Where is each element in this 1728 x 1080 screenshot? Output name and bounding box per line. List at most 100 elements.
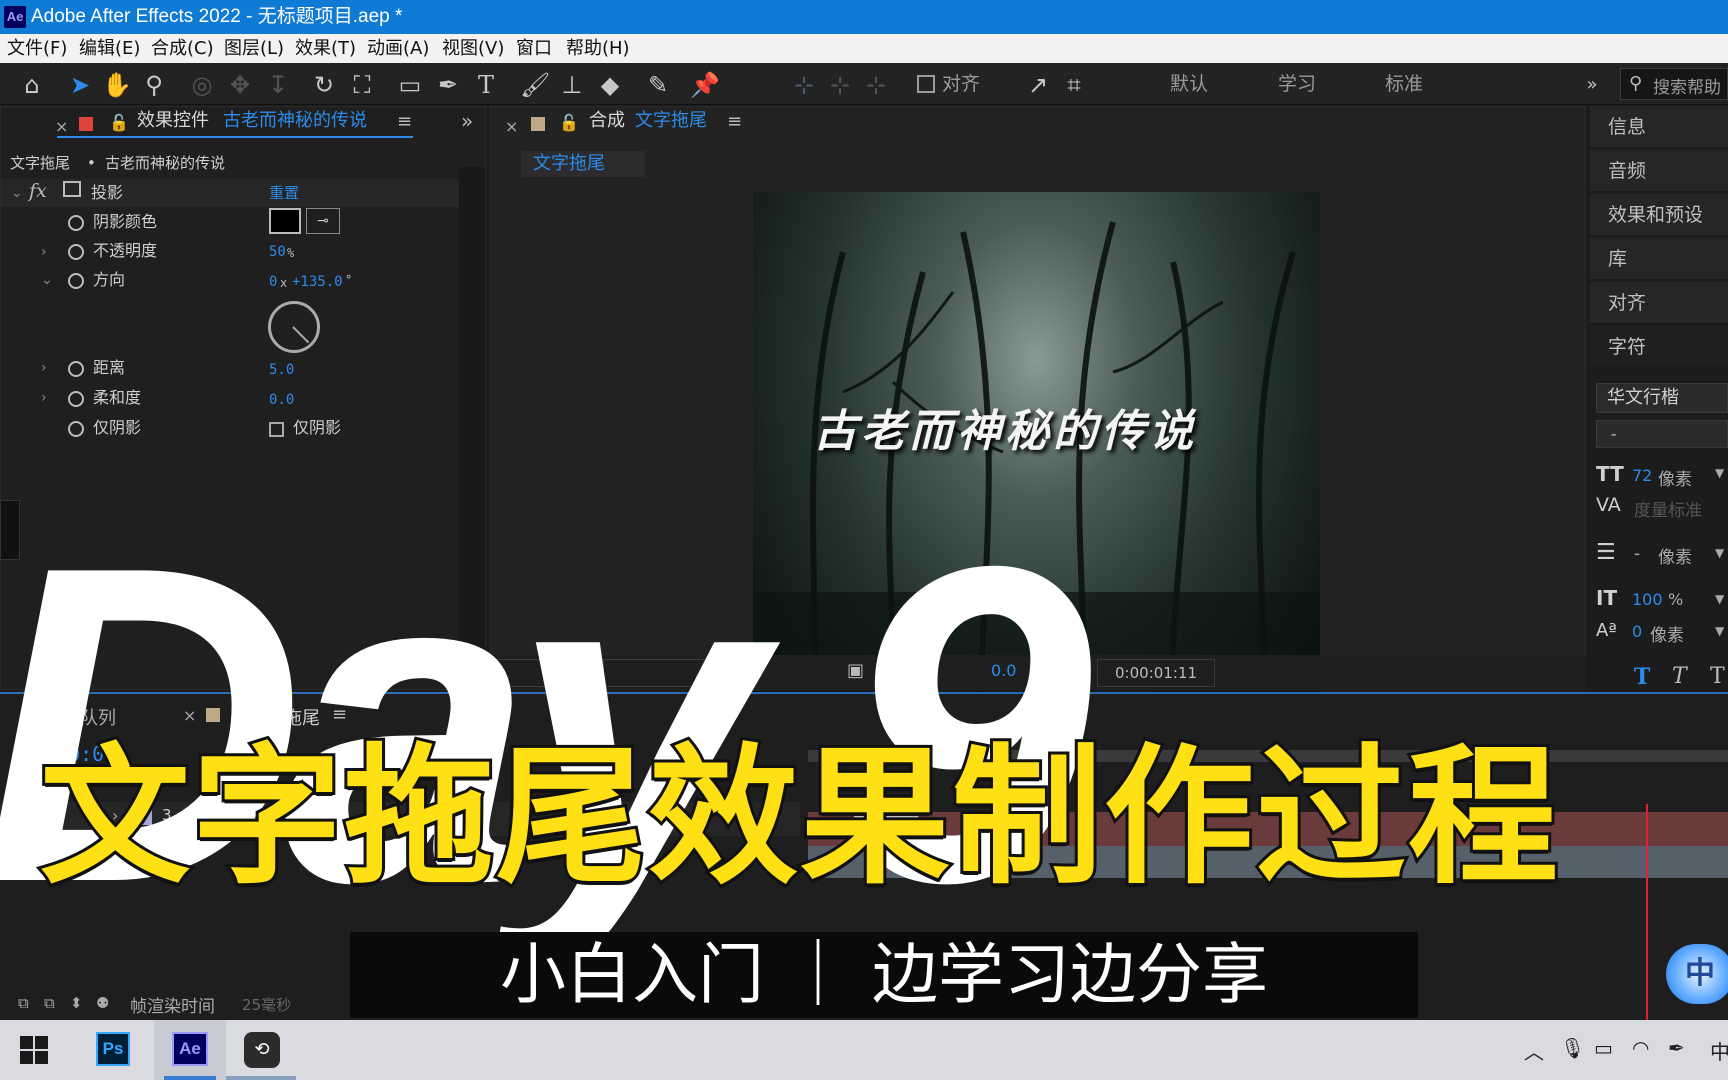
stopwatch-icon[interactable]: [68, 421, 84, 437]
kerning-value[interactable]: 度量标准: [1634, 496, 1702, 521]
chevron-down-icon[interactable]: ▼: [1715, 546, 1724, 560]
panel-info[interactable]: 信息: [1590, 106, 1728, 148]
softness-value[interactable]: 0.0: [269, 389, 294, 411]
workspace-learn[interactable]: 学习: [1278, 63, 1316, 105]
direction-degrees[interactable]: +135.0: [292, 271, 343, 293]
panel-libraries[interactable]: 库: [1590, 238, 1728, 280]
selection-tool-icon[interactable]: ➤: [66, 71, 94, 99]
eyedropper-icon[interactable]: ⊸: [306, 208, 340, 234]
ime-badge[interactable]: 中: [1666, 944, 1728, 1004]
menu-help[interactable]: 帮助(H): [566, 34, 630, 63]
clone-stamp-icon[interactable]: ⊥: [558, 71, 586, 99]
direction-dial[interactable]: [268, 301, 320, 353]
ae-taskbar-active[interactable]: Ae: [154, 1020, 226, 1080]
puppet-pin-icon[interactable]: 📌: [690, 71, 720, 99]
vertical-scale-value[interactable]: 100: [1632, 590, 1663, 609]
direction-rotations[interactable]: 0: [269, 271, 277, 293]
stopwatch-icon[interactable]: [68, 215, 84, 231]
pen-icon[interactable]: ✒: [1668, 1036, 1685, 1060]
zoom-tool-icon[interactable]: ⚲: [140, 71, 168, 99]
expand-layer-icon[interactable]: ⧉: [44, 994, 55, 1012]
comp-tab-name[interactable]: 文字拖尾: [635, 107, 707, 135]
capture-app-icon[interactable]: ⟲: [244, 1032, 280, 1068]
workspace-standard[interactable]: 标准: [1385, 63, 1423, 105]
chevron-down-icon[interactable]: ▼: [1715, 592, 1724, 606]
workspace-default[interactable]: 默认: [1170, 63, 1208, 105]
effect-header-row[interactable]: ⌄ fx 投影 重置: [1, 179, 459, 207]
lock-icon[interactable]: 🔓: [559, 113, 579, 132]
axis-view-icon[interactable]: ⊹: [862, 71, 890, 99]
stopwatch-icon[interactable]: [68, 391, 84, 407]
chevron-right-icon[interactable]: ›: [41, 387, 47, 409]
menu-window[interactable]: 窗口: [516, 34, 552, 63]
close-icon[interactable]: ×: [505, 117, 518, 136]
menu-file[interactable]: 文件(F): [7, 34, 67, 63]
stopwatch-icon[interactable]: [68, 273, 84, 289]
snap-target-icon[interactable]: ⌗: [1060, 71, 1088, 99]
fx-icon[interactable]: fx: [29, 180, 47, 202]
panel-effects-presets[interactable]: 效果和预设: [1590, 194, 1728, 236]
stopwatch-icon[interactable]: [68, 244, 84, 260]
chevron-down-icon[interactable]: ⌄: [11, 182, 23, 204]
orbit-camera-icon[interactable]: ◎: [188, 71, 216, 99]
panel-menu-icon[interactable]: ≡: [727, 111, 742, 132]
battery-icon[interactable]: ▭: [1594, 1036, 1613, 1060]
faux-italic-icon[interactable]: T: [1672, 664, 1687, 689]
panel-menu-icon[interactable]: ≡: [397, 111, 412, 132]
chevron-down-icon[interactable]: ▼: [1715, 466, 1724, 480]
pen-tool-icon[interactable]: ✒: [434, 71, 462, 99]
menu-edit[interactable]: 编辑(E): [79, 34, 140, 63]
hand-tool-icon[interactable]: ✋: [102, 71, 132, 99]
reset-link[interactable]: 重置: [269, 182, 299, 204]
pan-behind-icon[interactable]: ⛶: [348, 71, 376, 99]
menu-view[interactable]: 视图(V): [442, 34, 504, 63]
windows-start-icon[interactable]: [20, 1036, 48, 1064]
rotate-tool-icon[interactable]: ↻: [310, 71, 338, 99]
motion-blur-icon[interactable]: ⚉: [96, 994, 109, 1012]
snap-checkbox[interactable]: [917, 75, 935, 93]
tray-overflow-icon[interactable]: ︿: [1524, 1036, 1544, 1065]
chevron-down-icon[interactable]: ▼: [1715, 624, 1724, 638]
menu-layer[interactable]: 图层(L): [224, 34, 284, 63]
chevron-right-icon[interactable]: ›: [41, 357, 47, 379]
faux-bold-icon[interactable]: T: [1634, 664, 1650, 690]
chevron-right-icon[interactable]: ›: [41, 241, 47, 263]
shadow-only-checkbox[interactable]: [269, 422, 284, 437]
panel-align[interactable]: 对齐: [1590, 282, 1728, 324]
opacity-value[interactable]: 50: [269, 241, 286, 263]
current-time-display[interactable]: 0:00:01:11: [1097, 659, 1215, 687]
dolly-camera-icon[interactable]: ↧: [264, 71, 292, 99]
eraser-tool-icon[interactable]: ◆: [596, 71, 624, 99]
baseline-shift-value[interactable]: 0: [1632, 622, 1642, 641]
photoshop-app-icon[interactable]: Ps: [96, 1032, 130, 1066]
graph-editor-icon[interactable]: ⬍: [70, 994, 83, 1012]
effects-tab-target[interactable]: 古老而神秘的传说: [223, 107, 367, 135]
stopwatch-icon[interactable]: [68, 361, 84, 377]
expand-panels-icon[interactable]: »: [461, 109, 473, 133]
type-tool-icon[interactable]: T: [472, 71, 500, 99]
menu-effect[interactable]: 效果(T): [295, 34, 356, 63]
all-caps-icon[interactable]: T: [1710, 664, 1725, 689]
microphone-icon[interactable]: 🎙: [1560, 1036, 1585, 1060]
font-size-value[interactable]: 72: [1632, 466, 1652, 485]
rectangle-tool-icon[interactable]: ▭: [396, 71, 424, 99]
comp-subtab[interactable]: 文字拖尾: [521, 151, 645, 177]
axis-local-icon[interactable]: ⊹: [790, 71, 818, 99]
menu-composition[interactable]: 合成(C): [151, 34, 214, 63]
effects-tab-label[interactable]: 效果控件: [137, 107, 209, 135]
panel-character[interactable]: 字符: [1590, 326, 1728, 368]
roto-brush-icon[interactable]: ✎: [644, 71, 672, 99]
close-icon[interactable]: ×: [55, 117, 68, 136]
distance-value[interactable]: 5.0: [269, 359, 294, 381]
axis-world-icon[interactable]: ⊹: [826, 71, 854, 99]
pan-camera-icon[interactable]: ✥: [226, 71, 254, 99]
wifi-icon[interactable]: ◠: [1632, 1036, 1649, 1060]
tray-ime-indicator[interactable]: 中: [1710, 1036, 1728, 1065]
snap-options-icon[interactable]: ↗: [1024, 71, 1052, 99]
font-style-dropdown[interactable]: -: [1596, 420, 1728, 448]
comp-tab-label[interactable]: 合成: [589, 107, 625, 135]
more-workspaces-icon[interactable]: »: [1578, 71, 1606, 99]
lock-icon[interactable]: 🔓: [109, 113, 129, 132]
comp-flowchart-icon[interactable]: ⧉: [18, 994, 29, 1012]
font-family-dropdown[interactable]: 华文行楷: [1596, 383, 1728, 413]
